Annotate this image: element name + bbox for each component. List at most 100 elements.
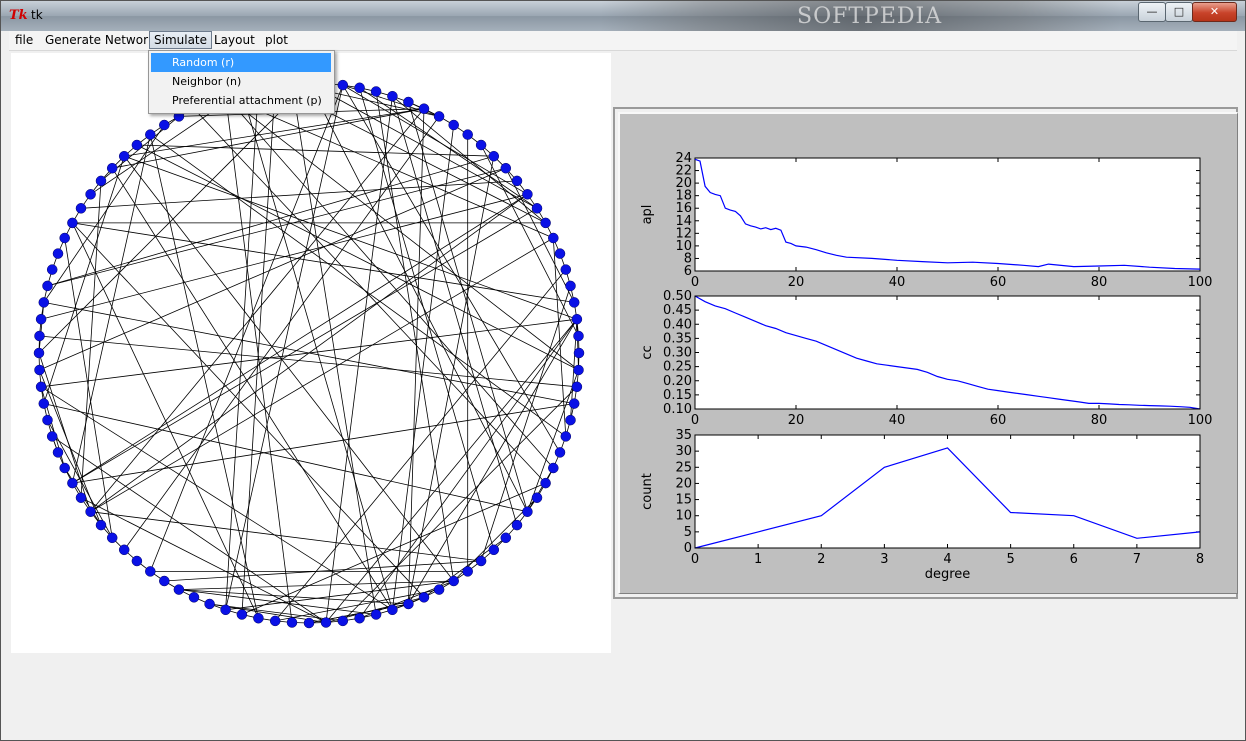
graph-node [554, 447, 566, 458]
x-tick-label: 60 [990, 275, 1007, 290]
graph-node [173, 584, 185, 595]
graph-node [560, 264, 572, 275]
graph-edge [342, 84, 528, 195]
network-graph [33, 77, 585, 629]
menu-file[interactable]: file [11, 32, 37, 48]
graph-node [462, 566, 473, 577]
watermark: SOFTPEDIA [797, 4, 943, 29]
graph-node [418, 103, 430, 114]
graph-node [500, 162, 512, 174]
edges [38, 82, 580, 624]
x-tick-label: 40 [889, 413, 906, 428]
graph-node [511, 175, 523, 187]
menu-item-preferential-attachment[interactable]: Preferential attachment (p) [151, 91, 331, 110]
x-tick-label: 100 [1188, 413, 1213, 428]
graph-edge [392, 124, 455, 610]
graph-edge [123, 155, 455, 582]
graph-node [42, 414, 53, 426]
y-tick-label: 5 [684, 525, 692, 540]
graph-node [204, 598, 215, 610]
graph-node [548, 462, 559, 474]
graph-node [387, 90, 398, 102]
graph-edge [38, 82, 310, 354]
graph-node [554, 248, 566, 259]
graph-edge [39, 369, 102, 526]
y-tick-label: 0.10 [663, 402, 692, 417]
y-tick-label: 0.40 [663, 317, 692, 332]
minimize-button[interactable]: — [1138, 2, 1166, 22]
x-tick-label: 20 [788, 275, 805, 290]
graph-node [67, 217, 78, 229]
network-canvas[interactable] [11, 53, 611, 653]
graph-node [67, 477, 78, 489]
plot-area [694, 434, 1201, 549]
graph-node [95, 519, 107, 531]
graph-node [403, 96, 414, 108]
graph-node [548, 232, 559, 244]
graph-edge [408, 108, 425, 605]
graph-node [448, 575, 459, 587]
title-bar[interactable]: Tk tk SOFTPEDIA — □ ✕ [1, 1, 1245, 31]
menu-layout[interactable]: Layout [210, 32, 259, 48]
graph-node [34, 330, 45, 342]
graph-edge [193, 108, 546, 484]
graph-edge [90, 237, 554, 513]
graph-node [286, 617, 298, 628]
x-tick-label: 1 [754, 552, 762, 567]
x-tick-label: 5 [1006, 552, 1014, 567]
x-tick-label: 8 [1196, 552, 1204, 567]
y-tick-label: 0.45 [663, 303, 692, 318]
x-tick-label: 2 [817, 552, 825, 567]
x-tick-label: 3 [880, 552, 888, 567]
graph-edge [43, 403, 528, 513]
graph-node [488, 544, 500, 556]
graph-node [433, 111, 445, 122]
y-tick-label: 0 [684, 541, 692, 556]
menu-generate-network[interactable]: Generate Network [41, 32, 159, 48]
graph-node [145, 566, 156, 577]
graph-node [320, 617, 332, 628]
graph-node [75, 203, 87, 214]
graph-node [253, 612, 264, 624]
graph-node [522, 189, 533, 200]
graph-node [52, 447, 64, 458]
graph-node [35, 381, 47, 393]
menu-simulate[interactable]: Simulate [149, 31, 213, 49]
graph-node [522, 506, 533, 517]
menu-plot[interactable]: plot [261, 32, 292, 48]
x-tick-label: 0 [691, 413, 699, 428]
maximize-button[interactable]: □ [1165, 2, 1193, 22]
graph-edge [359, 87, 495, 550]
graph-node [145, 129, 156, 140]
graph-node [488, 150, 500, 162]
graph-node [403, 598, 414, 610]
degree-plot: 0 1 2 3 4 5 6 7 805101520253035countdegree [640, 428, 1204, 582]
y-tick-label: 30 [675, 444, 692, 459]
x-tick-label: 60 [990, 413, 1007, 428]
menu-item-random[interactable]: Random (r) [151, 53, 331, 72]
graph-edge [72, 222, 259, 619]
x-tick-label: 80 [1091, 275, 1108, 290]
graph-node [118, 150, 130, 162]
y-tick-label: 0.30 [663, 346, 692, 361]
y-tick-label: 35 [675, 428, 692, 443]
graph-node [59, 232, 70, 244]
close-button[interactable]: ✕ [1192, 2, 1237, 22]
graph-node [565, 414, 576, 426]
graph-node [560, 431, 572, 442]
graph-edge [112, 108, 425, 169]
graph-node [38, 297, 50, 308]
y-axis-label: count [640, 473, 655, 510]
graph-node [354, 82, 365, 94]
x-axis-label: degree [925, 567, 971, 582]
graph-edge [274, 269, 567, 622]
graph-node [59, 462, 70, 474]
graph-node [448, 119, 459, 131]
graph-node [131, 139, 143, 151]
graph-node [573, 364, 584, 376]
menu-item-neighbor[interactable]: Neighbor (n) [151, 72, 331, 91]
graph-node [568, 297, 580, 308]
x-tick-label: 40 [889, 275, 906, 290]
axis-overlap-mask [694, 290, 1201, 296]
graph-node [35, 313, 47, 325]
